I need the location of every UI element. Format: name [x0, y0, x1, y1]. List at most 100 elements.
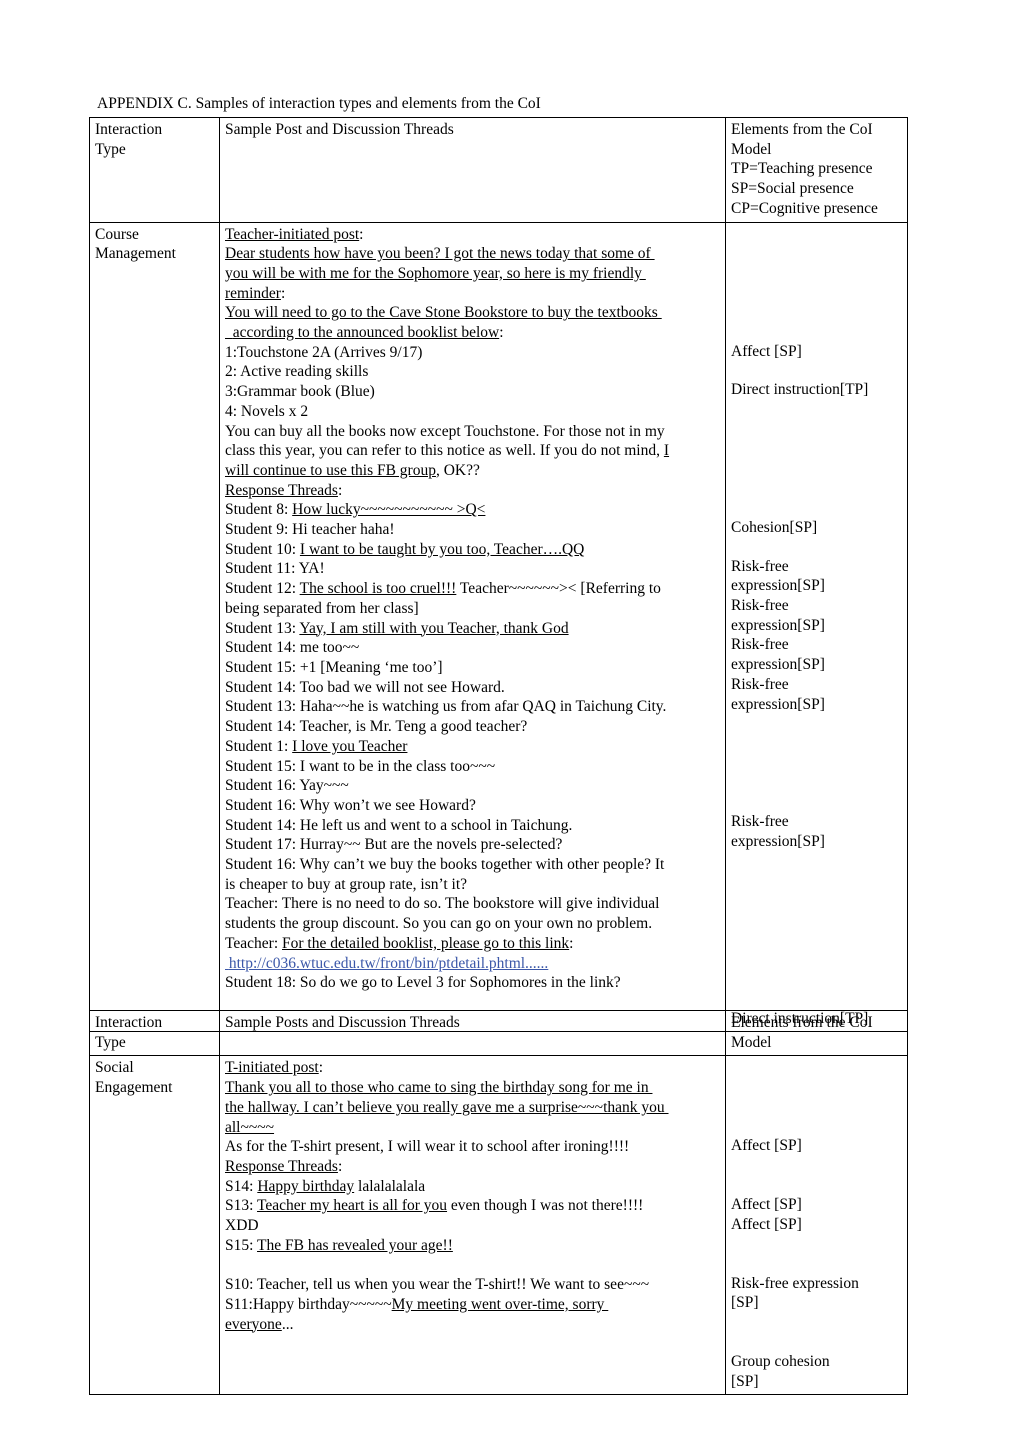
thread-text: Thank you all to those who came to sing … — [225, 1079, 653, 1097]
thread-line: Student 16: Yay~~~ — [225, 776, 721, 796]
thread-text: Student 16: Yay~~~ — [225, 777, 349, 795]
thread-line: You will need to go to the Cave Stone Bo… — [225, 303, 721, 323]
header-coi-line-4: CP=Cognitive presence — [731, 199, 878, 217]
thread-line: according to the announced booklist belo… — [225, 323, 721, 343]
coi-element-annotation: Risk-free expression[SP] — [731, 597, 825, 634]
thread-text: Dear students how have you been? I got t… — [225, 245, 655, 263]
document-page: APPENDIX C. Samples of interaction types… — [0, 0, 1020, 1443]
thread-text: I love you Teacher — [292, 737, 408, 755]
thread-line: As for the T-shirt present, I will wear … — [225, 1137, 721, 1157]
thread-text: You will need to go to the Cave Stone Bo… — [225, 304, 662, 322]
coi-element-annotation: Affect [SP] — [731, 342, 802, 360]
thread-line: Student 15: +1 [Meaning ‘me too’] — [225, 658, 721, 678]
thread-text-tail: even though I was not there!!!! — [447, 1197, 644, 1215]
thread-text: You can buy all the books now except Tou… — [225, 422, 669, 440]
appendix-caption: APPENDIX C. Samples of interaction types… — [97, 95, 541, 112]
coi-element-annotation: Direct instruction[TP] — [731, 381, 869, 399]
thread-text-tail: : — [499, 324, 504, 342]
thread-hyperlink[interactable]: http://c036.wtuc.edu.tw/front/bin/ptdeta… — [225, 955, 548, 972]
thread-line: Student 14: Too bad we will not see Howa… — [225, 678, 721, 698]
thread-text: Student 17: Hurray~~ But are the novels … — [225, 836, 563, 854]
thread-text: students the group discount. So you can … — [225, 915, 653, 933]
thread-text: I want to be taught by you too, Teacher…… — [299, 540, 585, 558]
thread-line: Teacher: There is no need to do so. The … — [225, 894, 721, 914]
thread-text-tail: : — [359, 225, 364, 243]
thread-text: all~~~~ — [225, 1118, 275, 1136]
speaker-label: S14: — [225, 1177, 258, 1195]
thread-text: Response Threads — [225, 481, 338, 499]
coi-element-annotation: Risk-free expression[SP] — [731, 557, 825, 595]
thread-text: will continue to use this FB group — [225, 461, 436, 479]
thread-text: Teacher my heart is all for you — [257, 1197, 448, 1215]
table-header-row: Interaction Type Sample Posts and Discus… — [89, 1009, 908, 1057]
thread-line: students the group discount. So you can … — [225, 914, 721, 934]
thread-line: Response Threads: — [225, 1157, 721, 1177]
speaker-label: Teacher: — [225, 934, 282, 952]
coi-element-annotation: Risk-free expression [SP] — [731, 1274, 859, 1312]
thread-line: Student 15: I want to be in the class to… — [225, 757, 721, 777]
thread-line: Thank you all to those who came to sing … — [225, 1078, 721, 1098]
header-coi-line-3: SP=Social presence — [731, 180, 854, 198]
header-coi-line-0: Elements from the CoI — [731, 121, 873, 138]
thread-line: Student 13: Haha~~he is watching us from… — [225, 697, 721, 717]
thread-line: Dear students how have you been? I got t… — [225, 244, 721, 264]
speaker-label: Student 13: — [225, 619, 300, 637]
thread-text-tail: Teacher~~~~~~>< [Referring to — [456, 580, 661, 598]
speaker-label: S11:Happy birthday~~~~~ — [225, 1295, 392, 1313]
header-sample-posts-label: Sample Posts and Discussion Threads — [225, 1014, 460, 1031]
thread-line: 3:Grammar book (Blue) — [225, 382, 721, 402]
thread-text: Student 14: Teacher, is Mr. Teng a good … — [225, 718, 528, 736]
thread-line: Student 18: So do we go to Level 3 for S… — [225, 973, 721, 993]
thread-text: Student 9: Hi teacher haha! — [225, 521, 395, 539]
thread-line: S14: Happy birthday lalalalalala — [225, 1177, 721, 1197]
interaction-type-cell: Course Management — [89, 221, 220, 1033]
coi-element-annotations: Affect [SP] Direct instruction[TP] Cohesio… — [731, 342, 903, 1029]
header-sample-posts: Sample Post and Discussion Threads — [219, 117, 726, 223]
header-coi-line-1: Model — [731, 140, 772, 158]
thread-text: 3:Grammar book (Blue) — [225, 383, 375, 401]
thread-text: Student 11: YA! — [225, 560, 325, 578]
thread-line: Student 11: YA! — [225, 559, 721, 579]
thread-line: you will be with me for the Sophomore ye… — [225, 264, 721, 284]
thread-text-tail: : — [337, 1157, 343, 1175]
thread-line: Student 12: The school is too cruel!!! T… — [225, 579, 721, 599]
thread-text: My meeting went over-time, sorry — [391, 1295, 609, 1313]
thread-line: You can buy all the books now except Tou… — [225, 422, 721, 442]
interaction-type-value: Course Management — [95, 225, 176, 263]
thread-text: being separated from her class] — [225, 599, 419, 617]
thread-text-tail: lalalalalala — [354, 1177, 426, 1195]
thread-line: everyone... — [225, 1315, 721, 1335]
thread-text: Response Threads — [225, 1157, 338, 1175]
header-interaction-type-label: Interaction Type — [95, 1014, 163, 1051]
thread-text-tail: ... — [281, 1315, 294, 1333]
thread-line: Teacher: For the detailed booklist, plea… — [225, 934, 721, 954]
coi-elements-cell: Affect [SP] Direct instruction[TP] Cohesio… — [725, 221, 908, 1033]
thread-text: Student 16: Why won’t we see Howard? — [225, 796, 476, 814]
header-coi-elements: Elements from the CoI Model TP=Teaching … — [725, 117, 908, 223]
thread-text: Student 16: Why can’t we buy the books t… — [225, 856, 669, 874]
thread-text: 1:Touchstone 2A (Arrives 9/17) — [225, 343, 423, 361]
thread-text: Student 14: He left us and went to a sch… — [225, 816, 573, 834]
thread-line: the hallway. I can’t believe you really … — [225, 1098, 721, 1118]
thread-text-tail: , OK?? — [435, 461, 480, 479]
thread-text: Student 18: So do we go to Level 3 for S… — [225, 974, 621, 992]
header-coi-line-0: Elements from the CoI — [731, 1014, 873, 1031]
thread-text: according to the announced booklist belo… — [225, 324, 500, 342]
thread-text: Teacher: There is no need to do so. The … — [225, 895, 664, 913]
coi-element-annotation: Risk-free expression[SP] — [731, 636, 825, 674]
thread-line: http://c036.wtuc.edu.tw/front/bin/ptdeta… — [225, 954, 721, 974]
thread-line — [225, 1255, 721, 1275]
thread-line: Student 16: Why won’t we see Howard? — [225, 796, 721, 816]
thread-line: Response Threads: — [225, 481, 721, 501]
thread-text: The FB has revealed your age!! — [257, 1236, 453, 1254]
coi-element-annotation: Group cohesion [SP] — [731, 1352, 830, 1390]
thread-text: the hallway. I can’t believe you really … — [225, 1098, 669, 1116]
header-coi-elements: Elements from the CoI Model — [725, 1009, 908, 1057]
thread-text: you will be with me for the Sophomore ye… — [225, 264, 646, 282]
header-sample-posts: Sample Posts and Discussion Threads — [219, 1009, 726, 1057]
header-interaction-type: Interaction Type — [89, 117, 220, 223]
coi-element-annotation: Cohesion[SP] — [731, 518, 818, 536]
table-content-row: Course Management Teacher-initiated post… — [89, 221, 908, 1033]
thread-line: Student 8: How lucky~~~~~~~~~~~ >Q< — [225, 500, 721, 520]
thread-line: 2: Active reading skills — [225, 362, 721, 382]
